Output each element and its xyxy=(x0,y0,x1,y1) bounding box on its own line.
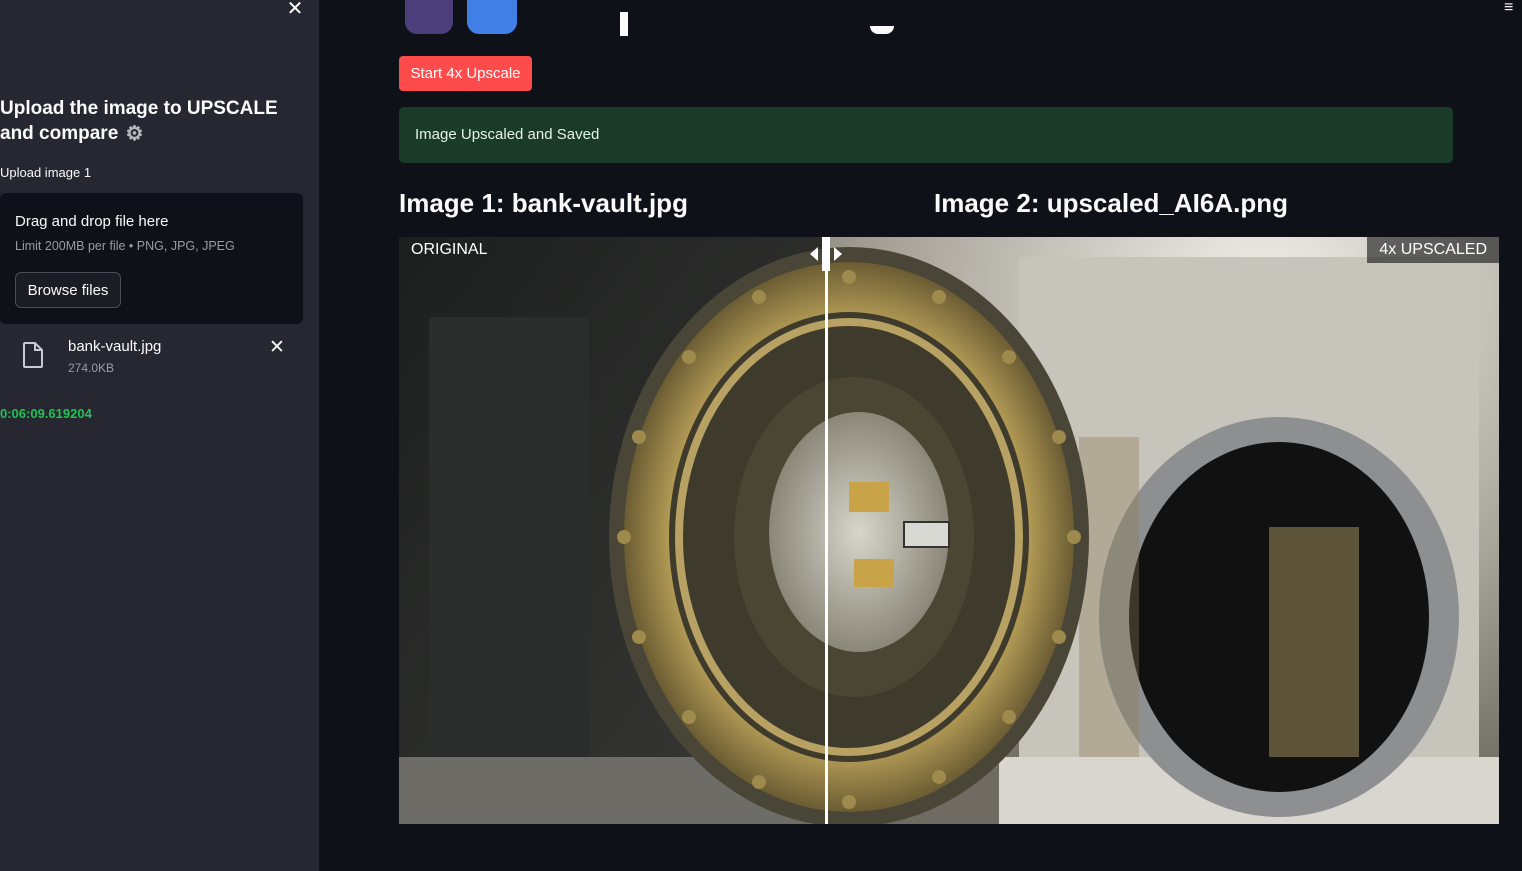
sidebar-close-button[interactable]: ✕ xyxy=(284,0,306,20)
success-message: Image Upscaled and Saved xyxy=(415,126,600,143)
upscaled-label: 4x UPSCALED xyxy=(1367,237,1499,263)
image1-title: Image 1: bank-vault.jpg xyxy=(399,188,688,218)
start-upscale-button[interactable]: Start 4x Upscale xyxy=(399,56,532,91)
upload-label: Upload image 1 xyxy=(0,165,92,180)
dropzone-limit: Limit 200MB per file • PNG, JPG, JPEG xyxy=(15,239,235,253)
slider-handle-icon[interactable] xyxy=(808,237,844,271)
vault-image xyxy=(399,237,1499,824)
elapsed-time: 0:06:09.619204 xyxy=(0,406,92,421)
main-menu-button[interactable]: ≡ xyxy=(1504,0,1522,16)
file-icon xyxy=(23,342,43,368)
page-title-partial xyxy=(405,0,925,36)
file-size: 274.0KB xyxy=(68,361,115,375)
title-glyph-fragment xyxy=(870,26,894,34)
app-logo-icon xyxy=(405,0,453,34)
comparison-divider[interactable] xyxy=(825,237,828,824)
title-glyph-fragment xyxy=(620,12,628,36)
sidebar-heading: Upload the image to UPSCALE and compare … xyxy=(0,96,310,147)
image-comparison-slider[interactable]: ORIGINAL 4x UPSCALED xyxy=(399,237,1499,824)
file-name: bank-vault.jpg xyxy=(68,338,162,355)
app-logo-icon-secondary xyxy=(467,0,517,34)
image2-title: Image 2: upscaled_AI6A.png xyxy=(934,188,1288,218)
original-label: ORIGINAL xyxy=(411,241,488,258)
uploaded-file-item: bank-vault.jpg 274.0KB ✕ xyxy=(0,334,303,382)
dropzone-title: Drag and drop file here xyxy=(15,213,169,230)
sidebar: ✕ Upload the image to UPSCALE and compar… xyxy=(0,0,319,871)
file-dropzone[interactable]: Drag and drop file here Limit 200MB per … xyxy=(0,193,303,324)
browse-files-button[interactable]: Browse files xyxy=(15,272,121,308)
remove-file-button[interactable]: ✕ xyxy=(266,336,288,358)
gear-icon: ⚙ xyxy=(125,123,144,145)
success-alert: Image Upscaled and Saved xyxy=(399,107,1453,163)
